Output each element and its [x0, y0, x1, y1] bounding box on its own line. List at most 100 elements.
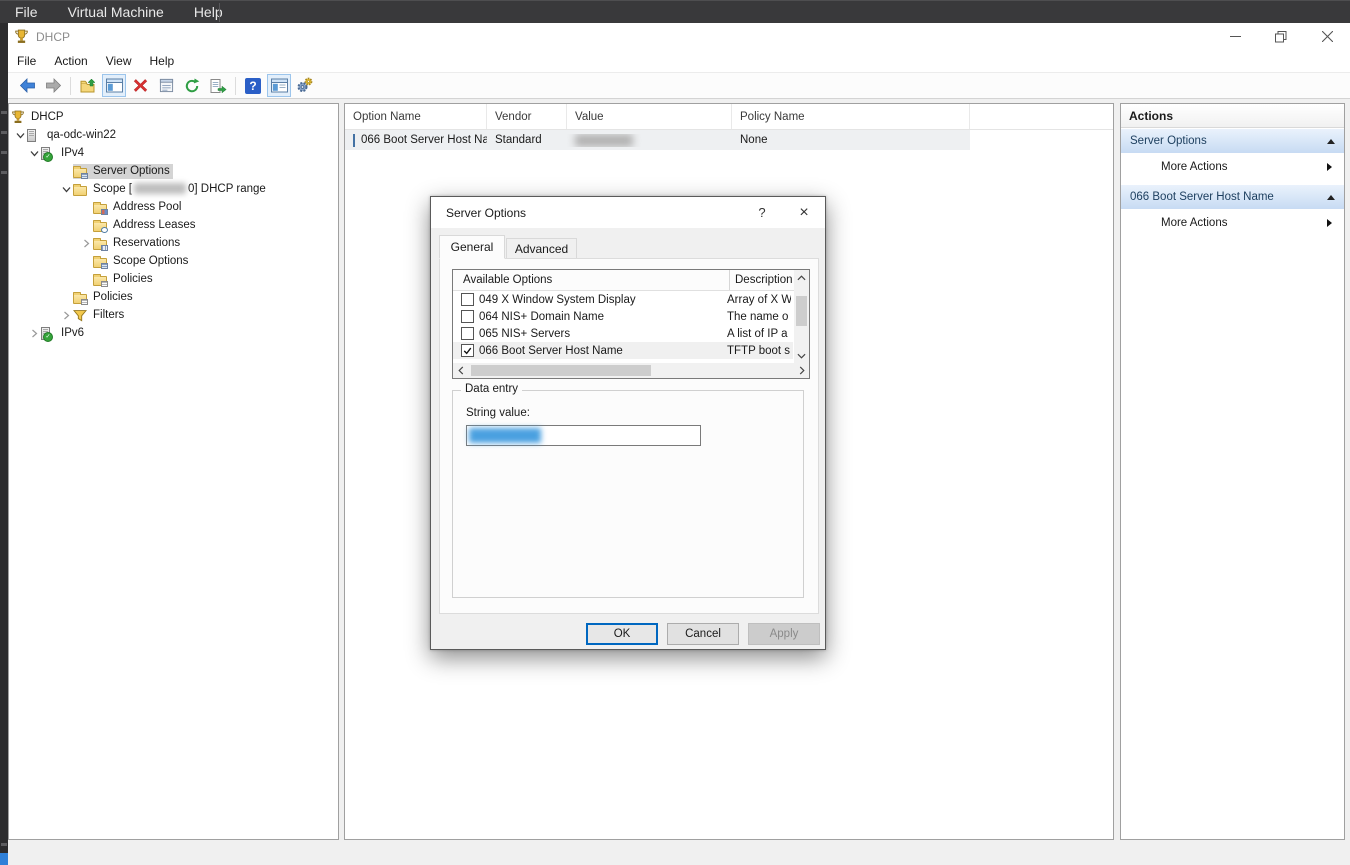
vertical-scroll-thumb[interactable] [796, 296, 807, 326]
help-icon[interactable]: ? [241, 74, 265, 97]
chevron-expanded-icon[interactable] [59, 182, 73, 196]
tree-item-address-leases[interactable]: Address Leases [9, 216, 338, 234]
scroll-up-icon[interactable] [794, 270, 809, 285]
more-actions-066[interactable]: More Actions [1121, 209, 1344, 237]
tree-item-policies-server[interactable]: Policies [9, 288, 338, 306]
tab-general[interactable]: General [439, 235, 505, 259]
show-console-window-icon[interactable] [102, 74, 126, 97]
column-option-name[interactable]: Option Name [345, 104, 487, 129]
option-row-066[interactable]: 066 Boot Server Host Name TFTP boot s [453, 342, 793, 359]
chevron-collapsed-icon[interactable] [59, 308, 73, 322]
cancel-button[interactable]: Cancel [667, 623, 739, 645]
actions-panel: Actions Server Options More Actions 066 … [1120, 103, 1345, 840]
chevron-slot [59, 290, 73, 304]
up-one-level-icon[interactable] [76, 74, 100, 97]
menu-action[interactable]: Action [45, 50, 96, 72]
checkbox-checked[interactable] [461, 344, 474, 357]
dhcp-app-icon [14, 29, 29, 44]
ok-button[interactable]: OK [586, 623, 658, 645]
console-tree-panel: DHCP qa-odc-win22 IPv4 Server Options Sc… [8, 103, 339, 840]
string-value-label: String value: [466, 407, 530, 419]
actions-group-066[interactable]: 066 Boot Server Host Name [1121, 184, 1344, 209]
submenu-arrow-icon [1327, 163, 1332, 171]
column-policy-name[interactable]: Policy Name [732, 104, 970, 129]
tree-item-scope[interactable]: Scope [0] DHCP range [9, 180, 338, 198]
tree-item-filters[interactable]: Filters [9, 306, 338, 324]
folder-icon [73, 182, 90, 197]
properties-icon[interactable] [154, 74, 178, 97]
export-list-icon[interactable] [206, 74, 230, 97]
restore-button[interactable] [1258, 23, 1303, 50]
column-available-options[interactable]: Available Options [453, 270, 730, 290]
string-value-input[interactable] [466, 425, 701, 446]
tree-item-policies-scope[interactable]: Policies [9, 270, 338, 288]
tree-label: Reservations [110, 236, 183, 250]
close-button[interactable] [1305, 23, 1350, 50]
option-row-065[interactable]: 065 NIS+ Servers A list of IP a [453, 325, 793, 342]
checkbox-unchecked[interactable] [461, 327, 474, 340]
chevron-collapsed-icon[interactable] [27, 326, 41, 340]
tree-item-server-options[interactable]: Server Options [9, 162, 338, 180]
checkbox-unchecked[interactable] [461, 310, 474, 323]
tree-item-scope-options[interactable]: Scope Options [9, 252, 338, 270]
tree-label: Address Leases [110, 218, 198, 232]
vertical-scrollbar[interactable] [794, 270, 809, 363]
column-value[interactable]: Value [567, 104, 732, 129]
minimize-button[interactable] [1213, 23, 1258, 50]
delete-icon[interactable] [128, 74, 152, 97]
dhcp-window-titlebar[interactable]: DHCP [8, 23, 1350, 50]
chevron-expanded-icon[interactable] [27, 146, 41, 160]
chevron-slot [79, 200, 93, 214]
menu-view[interactable]: View [97, 50, 141, 72]
submenu-arrow-icon [1327, 219, 1332, 227]
horizontal-scrollbar[interactable] [453, 363, 809, 378]
tree-item-ipv6[interactable]: IPv6 [9, 324, 338, 342]
actions-group-server-options[interactable]: Server Options [1121, 128, 1344, 153]
menu-file[interactable]: File [8, 50, 45, 72]
refresh-icon[interactable] [180, 74, 204, 97]
chevron-slot [79, 272, 93, 286]
dialog-close-button[interactable]: × [793, 204, 815, 222]
server-options-dialog: Server Options ? × General Advanced Avai… [430, 196, 826, 650]
tree-label: Policies [110, 272, 156, 286]
dhcp-root-icon [11, 110, 28, 125]
tab-advanced[interactable]: Advanced [506, 238, 577, 259]
scroll-right-icon[interactable] [794, 363, 809, 378]
strip-mark [1, 111, 7, 114]
collapse-icon [1327, 195, 1335, 200]
tree-label: DHCP [28, 110, 67, 124]
mmc-toolbar: ? [8, 72, 1350, 99]
vm-side-strip [0, 23, 8, 865]
chevron-expanded-icon[interactable] [13, 128, 27, 142]
option-row-049[interactable]: 049 X Window System Display Array of X W [453, 291, 793, 308]
option-row-064[interactable]: 064 NIS+ Domain Name The name o [453, 308, 793, 325]
tree-item-reservations[interactable]: Reservations [9, 234, 338, 252]
folder-policies-icon [73, 290, 90, 305]
vm-menubar-divider [219, 3, 220, 22]
scroll-left-icon[interactable] [453, 363, 468, 378]
option-row-066[interactable]: 066 Boot Server Host Name Standard None [345, 130, 970, 150]
more-actions-server-options[interactable]: More Actions [1121, 153, 1344, 181]
chevron-collapsed-icon[interactable] [79, 236, 93, 250]
tree-label: Address Pool [110, 200, 184, 214]
horizontal-scroll-thumb[interactable] [471, 365, 651, 376]
scroll-down-icon[interactable] [794, 348, 809, 363]
menu-help[interactable]: Help [141, 50, 184, 72]
strip-mark [1, 151, 7, 154]
tree-item-ipv4[interactable]: IPv4 [9, 144, 338, 162]
forward-icon[interactable] [41, 74, 65, 97]
vm-menu-file[interactable]: File [0, 1, 53, 23]
vm-menu-help[interactable]: Help [179, 1, 238, 23]
tree-label: Scope Options [110, 254, 191, 268]
tree-item-server[interactable]: qa-odc-win22 [9, 126, 338, 144]
redacted-selected-text [469, 428, 541, 443]
column-vendor[interactable]: Vendor [487, 104, 567, 129]
services-gears-icon[interactable] [293, 74, 317, 97]
tree-item-address-pool[interactable]: Address Pool [9, 198, 338, 216]
tree-item-dhcp[interactable]: DHCP [9, 108, 338, 126]
checkbox-unchecked[interactable] [461, 293, 474, 306]
vm-menu-virtual-machine[interactable]: Virtual Machine [53, 1, 179, 23]
show-hide-console-tree-icon[interactable] [267, 74, 291, 97]
dialog-help-button[interactable]: ? [753, 205, 771, 221]
back-icon[interactable] [15, 74, 39, 97]
